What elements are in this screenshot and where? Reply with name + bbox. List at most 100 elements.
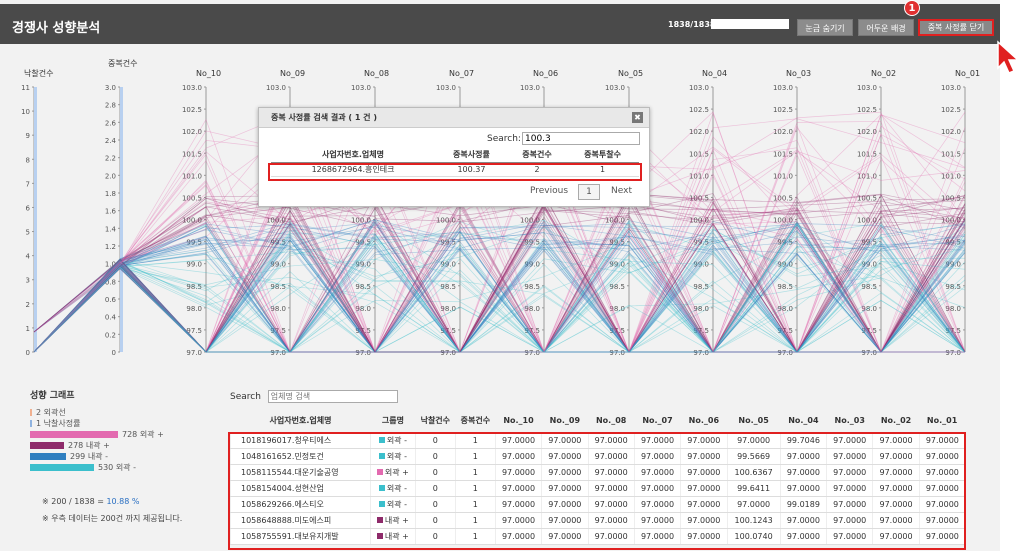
table-column-header[interactable]: 그룹명: [370, 410, 416, 433]
axis-title: No_01: [955, 69, 980, 78]
axis-title: No_08: [364, 69, 389, 78]
table-column-header[interactable]: No._08: [588, 410, 635, 433]
close-dup-rate-button[interactable]: 중복 사정률 닫기: [918, 19, 994, 36]
tick-label: 2.6: [105, 119, 117, 127]
modal-title: 중복 사정률 검색 결과 ( 1 건 ): [271, 113, 377, 122]
modal-search-input[interactable]: [522, 132, 640, 145]
table-column-header[interactable]: No._09: [541, 410, 589, 433]
tick-label: 102.5: [182, 106, 202, 114]
modal-col-name[interactable]: 사업자번호.업체명: [271, 148, 436, 163]
tick-label: 2.2: [105, 155, 116, 163]
tick-label: 9: [26, 132, 30, 140]
legend-label: 1 낙찰사정률: [36, 419, 81, 428]
legend-item: 530 외곽 -: [30, 462, 230, 473]
tick-label: 7: [26, 180, 30, 188]
tick-label: 0: [26, 349, 30, 357]
legend-swatch: [30, 420, 32, 427]
tick-label: 98.5: [524, 283, 540, 291]
table-column-header[interactable]: No._10: [495, 410, 542, 433]
axis-title: No_07: [449, 69, 474, 78]
tick-label: 0: [112, 349, 116, 357]
legend-label: 299 내곽 -: [70, 452, 108, 461]
tick-label: 2.8: [105, 102, 116, 110]
tick-label: 8: [26, 156, 30, 164]
tick-label: 97.0: [355, 349, 371, 357]
tick-label: 98.0: [186, 305, 202, 313]
tick-label: 102.5: [941, 106, 961, 114]
modal-search-label: Search:: [487, 134, 521, 144]
step-badge: 1: [904, 0, 920, 16]
axis-title: No_06: [533, 69, 558, 78]
tick-label: 103.0: [182, 84, 202, 92]
axis-title: No_03: [786, 69, 811, 78]
hide-ticks-button[interactable]: 눈금 숨기기: [797, 19, 853, 36]
table-search-label: Search: [230, 392, 261, 402]
chart-svg: 낙찰건수11109876543210중복건수3.02.82.62.42.22.0…: [21, 58, 980, 357]
page-button[interactable]: 1: [578, 184, 600, 200]
tick-label: 3.0: [105, 84, 116, 92]
table-column-header[interactable]: No._02: [872, 410, 920, 433]
cursor-arrow-icon: [997, 40, 1020, 74]
tick-label: 2.0: [105, 172, 116, 180]
table-column-header[interactable]: No._07: [634, 410, 681, 433]
tick-label: 103.0: [266, 84, 286, 92]
highlight-box: [268, 163, 642, 181]
legend-label: 728 외곽 +: [122, 430, 164, 439]
tick-label: 97.0: [777, 349, 793, 357]
modal-col-count[interactable]: 중복건수: [507, 148, 567, 163]
modal-col-rate[interactable]: 중복사정률: [435, 148, 508, 163]
tick-label: 11: [21, 84, 30, 92]
stat-text: ※ 200 / 1838 = 10.88 %: [42, 497, 140, 506]
tick-label: 103.0: [857, 84, 877, 92]
legend-item: 1 낙찰사정률: [30, 418, 230, 429]
dark-background-button[interactable]: 어두운 배경: [858, 19, 914, 36]
page-title: 경쟁사 성향분석: [12, 21, 101, 36]
axis-title: 중복건수: [108, 58, 137, 68]
table-column-header[interactable]: No._06: [680, 410, 727, 433]
legend-item: 299 내곽 -: [30, 451, 230, 462]
tick-label: 10: [21, 108, 30, 116]
legend-swatch: [30, 464, 94, 471]
legend-panel: 성향 그래프 2 외곽선 1 낙찰사정률 728 외곽 + 278 내곽 + 299 내…: [30, 388, 230, 473]
tick-label: 97.0: [186, 349, 202, 357]
table-header-row: 사업자번호.업체명 그룹명 낙찰건수 중복건수 No._10 No._09 No._08 No…: [230, 410, 965, 433]
tick-label: 98.0: [777, 305, 793, 313]
progress-bar: [711, 19, 789, 29]
tick-label: 97.0: [440, 349, 456, 357]
next-button[interactable]: Next: [611, 186, 632, 196]
tick-label: 1: [26, 325, 30, 333]
close-icon[interactable]: ✖: [632, 112, 643, 123]
tick-label: 0.2: [105, 331, 116, 339]
table-column-header[interactable]: No._03: [826, 410, 873, 433]
table-column-header[interactable]: 사업자번호.업체명: [230, 410, 371, 433]
stat-prefix: ※ 200 / 1838 =: [42, 497, 107, 506]
table-column-header[interactable]: 낙찰건수: [415, 410, 456, 433]
parallel-coordinates-chart: 낙찰건수 11 10 9 8 7 6 5 4 3 2 1 0 중복건수 3.0 2.8 2.6 2.4 2.2 2.0…: [0, 44, 1000, 374]
tick-label: 97.0: [693, 349, 709, 357]
legend-label: 530 외곽 -: [98, 463, 136, 472]
table-column-header[interactable]: No._04: [780, 410, 827, 433]
tick-label: 2.4: [105, 137, 117, 145]
tick-label: 3: [26, 277, 30, 285]
tick-label: 1.8: [105, 190, 116, 198]
modal-col-bids[interactable]: 중복투찰수: [566, 148, 639, 163]
axis-title: No_05: [618, 69, 643, 78]
tick-label: 97.0: [270, 349, 286, 357]
tick-label: 5: [26, 229, 30, 237]
legend-label: 2 외곽선: [36, 408, 66, 417]
table-column-header[interactable]: 중복건수: [455, 410, 496, 433]
previous-button[interactable]: Previous: [530, 186, 568, 196]
axis-title: No_09: [280, 69, 305, 78]
tick-label: 102.5: [773, 106, 793, 114]
table-highlight-box: [228, 432, 966, 550]
axis-title: 낙찰건수: [24, 68, 53, 78]
note-text: ※ 우측 데이터는 200건 까지 제공됩니다.: [42, 514, 183, 523]
modal-title-bar: 중복 사정률 검색 결과 ( 1 건 ) ✖: [259, 108, 649, 128]
table-column-header[interactable]: No._01: [919, 410, 965, 433]
tick-label: 97.0: [609, 349, 625, 357]
tick-label: 98.5: [777, 283, 793, 291]
table-search-input[interactable]: [267, 390, 398, 403]
table-column-header[interactable]: No._05: [727, 410, 781, 433]
axis-highlight: [120, 87, 123, 352]
axis-title: No_02: [871, 69, 896, 78]
